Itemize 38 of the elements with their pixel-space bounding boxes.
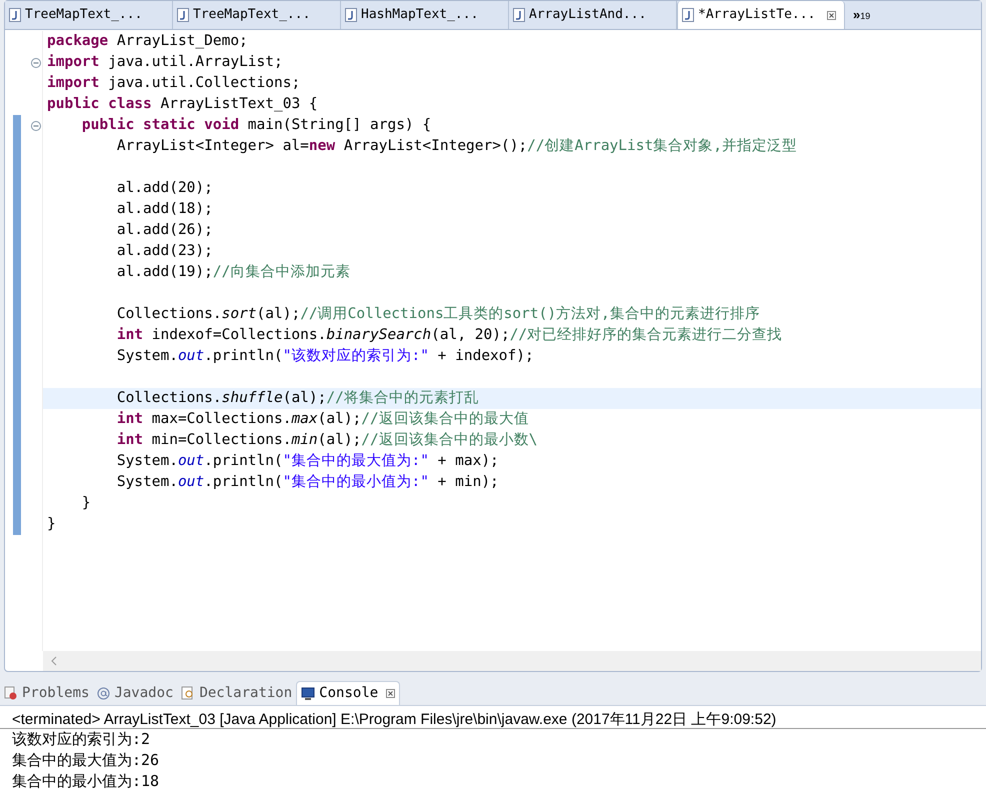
panel-tab[interactable]: Javadoc — [93, 681, 178, 705]
tab-label: ArrayListAnd... — [529, 6, 646, 24]
panel-tab[interactable]: Console — [296, 681, 400, 705]
tab-label: TreeMapText_... — [25, 6, 142, 24]
tab-label: *ArrayListTe... — [698, 6, 816, 24]
java-file-icon — [177, 8, 189, 22]
close-icon[interactable] — [827, 10, 836, 20]
close-icon[interactable] — [386, 689, 396, 698]
editor-tab[interactable]: *ArrayListTe... — [677, 1, 845, 29]
java-file-icon — [682, 8, 694, 22]
console-output-line: 集合中的最大值为:26 — [11, 750, 160, 771]
at-sign-icon — [97, 686, 110, 700]
console-header: <terminated> ArrayListText_03 [Java Application] E:\Program Files\jre\bin\javaw.exe (2017年11月22日 上午9:09:52) — [0, 706, 986, 729]
panel-tab-label: Javadoc — [114, 684, 174, 702]
tab-label: TreeMapText_... — [193, 6, 310, 24]
panel-tab-label: Declaration — [199, 684, 292, 702]
editor-tab[interactable]: HashMapText_... — [341, 1, 509, 29]
panel-tab[interactable]: Declaration — [177, 681, 296, 705]
problems-icon — [4, 686, 18, 700]
editor-tab[interactable]: TreeMapText_... — [173, 1, 341, 29]
horizontal-scrollbar[interactable] — [43, 651, 981, 671]
java-file-icon — [513, 8, 525, 22]
panel-tab-label: Console — [319, 684, 378, 703]
overflow-chevron-icon[interactable]: » — [853, 5, 860, 24]
console-output-line: 该数对应的索引为:2 — [11, 729, 152, 750]
panel-tab[interactable]: Problems — [0, 681, 94, 705]
java-file-icon — [345, 8, 357, 22]
editor-tab[interactable]: TreeMapText_... — [5, 1, 173, 29]
console-output-line: 集合中的最小值为:18 — [11, 771, 160, 792]
java-file-icon — [9, 8, 21, 22]
collapse-icon[interactable] — [31, 58, 41, 68]
monitor-icon — [301, 686, 316, 700]
collapse-icon[interactable] — [31, 120, 41, 130]
overflow-count: 19 — [860, 10, 870, 23]
declaration-icon — [181, 686, 196, 700]
panel-tab-label: Problems — [22, 684, 90, 702]
scroll-left-icon[interactable] — [51, 656, 57, 666]
tab-label: HashMapText_... — [361, 6, 478, 24]
